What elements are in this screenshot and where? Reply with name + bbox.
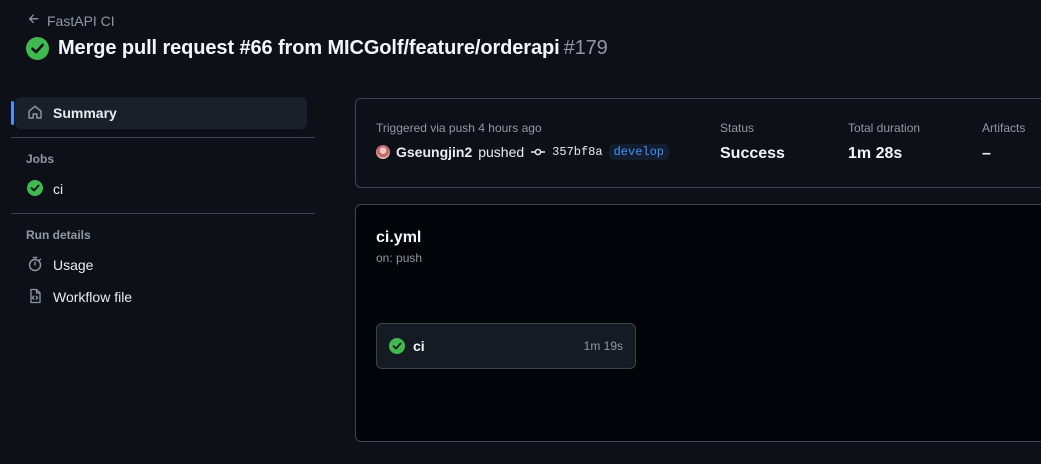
sidebar-item-label: ci — [53, 181, 64, 197]
back-link[interactable]: FastAPI CI — [27, 12, 115, 29]
run-title-text: Merge pull request #66 from MICGolf/feat… — [58, 37, 560, 59]
back-link-label: FastAPI CI — [47, 12, 115, 29]
duration-value[interactable]: 1m 28s — [848, 145, 920, 163]
run-summary-card: Triggered via push 4 hours ago Gseungjin… — [355, 98, 1041, 188]
job-node-ci[interactable]: ci 1m 19s — [376, 323, 636, 369]
sidebar: Summary Jobs ci Run details Usage Workfl… — [11, 97, 316, 313]
artifacts-label: Artifacts — [982, 121, 1026, 135]
trigger-details: Gseungjin2 pushed 357bf8a develop — [376, 144, 670, 160]
workflow-trigger: on: push — [376, 251, 423, 265]
sidebar-item-summary[interactable]: Summary — [11, 97, 307, 129]
artifacts-field: Artifacts – — [982, 121, 1025, 163]
git-commit-icon — [530, 144, 546, 160]
page-title: Merge pull request #66 from MICGolf/feat… — [26, 37, 608, 60]
status-label: Status — [720, 121, 755, 135]
duration-label: Total duration — [848, 121, 921, 135]
trigger-text: Triggered via push 4 hours ago — [376, 121, 542, 135]
sidebar-item-label: Summary — [53, 105, 117, 121]
commit-sha-link[interactable]: 357bf8a — [552, 145, 602, 159]
sidebar-item-workflow-file[interactable]: Workflow file — [11, 281, 316, 313]
sidebar-item-label: Usage — [53, 257, 94, 273]
duration-field: Total duration 1m 28s — [848, 121, 920, 163]
divider — [11, 137, 315, 138]
file-code-icon — [27, 288, 43, 307]
sidebar-item-job-ci[interactable]: ci — [11, 173, 316, 205]
run-number: #179 — [563, 37, 608, 59]
status-field: Status Success — [720, 121, 785, 163]
run-details-heading: Run details — [26, 228, 91, 242]
jobs-heading: Jobs — [26, 152, 55, 166]
divider — [11, 213, 315, 214]
action-text: pushed — [478, 144, 525, 160]
arrow-left-icon — [27, 12, 41, 29]
home-icon — [27, 104, 43, 123]
job-name: ci — [413, 338, 425, 354]
check-circle-icon — [26, 37, 49, 60]
check-circle-icon — [27, 179, 43, 199]
status-value: Success — [720, 145, 785, 162]
sidebar-item-label: Workflow file — [53, 289, 133, 305]
artifacts-value: – — [982, 145, 991, 162]
workflow-file-name: ci.yml — [376, 229, 422, 246]
actor-link[interactable]: Gseungjin2 — [396, 144, 472, 160]
active-indicator — [11, 101, 14, 125]
avatar[interactable] — [376, 145, 390, 159]
check-circle-icon — [389, 338, 405, 354]
sidebar-item-usage[interactable]: Usage — [11, 249, 316, 281]
run-title: Merge pull request #66 from MICGolf/feat… — [58, 37, 608, 60]
workflow-graph-card: ci.yml on: push ci 1m 19s — [355, 204, 1041, 442]
branch-badge[interactable]: develop — [608, 144, 670, 160]
trigger-field: Triggered via push 4 hours ago Gseungjin… — [376, 121, 670, 160]
job-duration: 1m 19s — [583, 339, 623, 353]
stopwatch-icon — [27, 256, 43, 275]
